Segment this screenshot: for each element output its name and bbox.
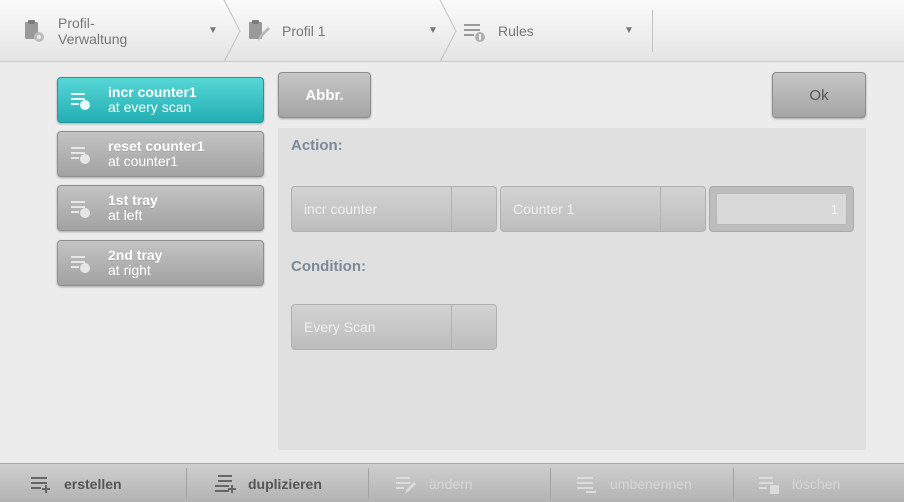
add-icon <box>30 473 52 495</box>
rule-item[interactable]: incr counter1 at every scan <box>57 77 264 123</box>
rule-item-subtitle: at right <box>108 262 151 278</box>
toolbar-divider <box>186 468 187 499</box>
delete-button[interactable]: löschen <box>758 464 840 502</box>
breadcrumb-profile-admin-label: Profil- Verwaltung <box>58 15 128 47</box>
breadcrumb-rules-label: Rules <box>498 23 534 39</box>
rule-item-text: incr counter1 at every scan <box>108 85 197 115</box>
condition-label: Condition: <box>291 258 366 275</box>
action-value-field[interactable]: 1 <box>709 186 854 232</box>
rule-item-icon <box>70 89 92 111</box>
create-label: erstellen <box>64 475 122 492</box>
rule-item-title: 1st tray <box>108 192 158 208</box>
clipboard-gear-icon <box>22 19 46 43</box>
rule-item-title: 2nd tray <box>108 247 163 263</box>
combo-divider <box>451 187 452 231</box>
rule-item-text: 2nd tray at right <box>108 248 162 278</box>
chevron-down-icon[interactable]: ▼ <box>624 25 634 36</box>
action-value-input[interactable]: 1 <box>716 193 847 225</box>
duplicate-label: duplizieren <box>248 475 322 492</box>
duplicate-icon <box>214 473 236 495</box>
breadcrumb-separator <box>223 0 241 62</box>
duplicate-button[interactable]: duplizieren <box>214 464 322 502</box>
rule-item-title: incr counter1 <box>108 84 197 100</box>
counter-value: Counter 1 <box>513 201 575 217</box>
breadcrumb-separator <box>439 0 457 62</box>
rules-icon <box>462 19 486 43</box>
breadcrumb-rules[interactable]: Rules ▼ <box>462 0 634 62</box>
top-bar: Profil- Verwaltung ▼ Profil 1 ▼ Rules ▼ <box>0 0 904 62</box>
combo-divider <box>660 187 661 231</box>
breadcrumb-profile[interactable]: Profil 1 ▼ <box>246 0 438 62</box>
action-label: Action: <box>291 137 343 154</box>
bottom-toolbar: erstellen duplizieren ändern umbenennen … <box>0 463 904 502</box>
create-button[interactable]: erstellen <box>30 464 122 502</box>
rule-item-title: reset counter1 <box>108 138 205 154</box>
rename-button[interactable]: umbenennen <box>576 464 692 502</box>
condition-type-value: Every Scan <box>304 319 376 335</box>
rule-item[interactable]: 2nd tray at right <box>57 240 264 286</box>
rule-item[interactable]: 1st tray at left <box>57 185 264 231</box>
clipboard-edit-icon <box>246 19 270 43</box>
rename-icon <box>576 473 598 495</box>
delete-label: löschen <box>792 475 841 492</box>
chevron-down-icon[interactable]: ▼ <box>428 25 438 36</box>
breadcrumb-profile-admin[interactable]: Profil- Verwaltung ▼ <box>22 0 218 62</box>
rule-item-subtitle: at counter1 <box>108 153 179 169</box>
change-button[interactable]: ändern <box>395 464 473 502</box>
rule-editor-panel <box>278 128 866 450</box>
toolbar-divider <box>368 468 369 499</box>
rule-item-icon <box>70 143 92 165</box>
toolbar-divider <box>550 468 551 499</box>
action-type-value: incr counter <box>304 201 378 217</box>
rule-item-text: 1st tray at left <box>108 193 158 223</box>
delete-icon <box>758 473 780 495</box>
rule-item-subtitle: at left <box>108 207 143 223</box>
combo-divider <box>451 305 452 349</box>
condition-type-select[interactable]: Every Scan <box>291 304 497 350</box>
rule-item-icon <box>70 252 92 274</box>
cancel-button[interactable]: Abbr. <box>278 72 371 118</box>
breadcrumb-profile-label: Profil 1 <box>282 23 326 39</box>
rule-item[interactable]: reset counter1 at counter1 <box>57 131 264 177</box>
rename-label: umbenennen <box>610 475 692 492</box>
action-type-select[interactable]: incr counter <box>291 186 497 232</box>
rule-item-text: reset counter1 at counter1 <box>108 139 204 169</box>
rule-item-subtitle: at every scan <box>108 99 192 115</box>
edit-icon <box>395 473 417 495</box>
ok-button[interactable]: Ok <box>772 72 866 118</box>
chevron-down-icon[interactable]: ▼ <box>208 25 218 36</box>
breadcrumb-end-divider <box>652 10 653 52</box>
counter-select[interactable]: Counter 1 <box>500 186 706 232</box>
change-label: ändern <box>429 475 473 492</box>
rule-item-icon <box>70 197 92 219</box>
toolbar-divider <box>733 468 734 499</box>
